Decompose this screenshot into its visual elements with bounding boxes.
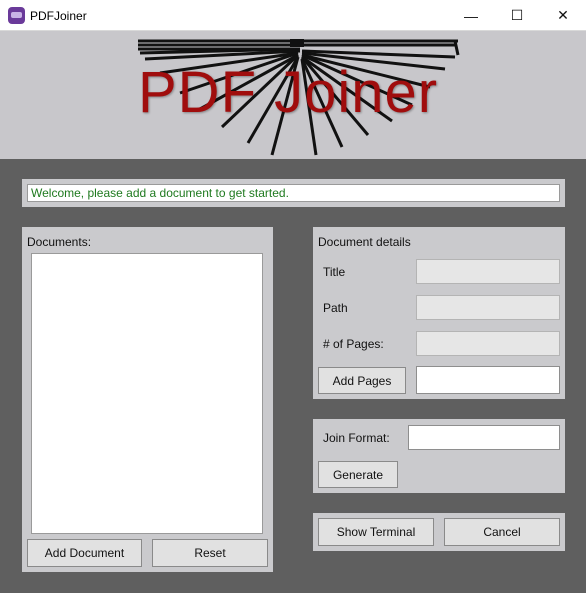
show-terminal-button[interactable]: Show Terminal bbox=[318, 518, 434, 546]
add-pages-input[interactable] bbox=[416, 366, 560, 394]
documents-list[interactable] bbox=[31, 253, 263, 534]
logo-text: PDF Joiner bbox=[138, 60, 439, 125]
pages-field[interactable] bbox=[416, 331, 560, 356]
banner: PDF Joiner bbox=[0, 31, 586, 159]
generate-button[interactable]: Generate bbox=[318, 461, 398, 488]
title-field[interactable] bbox=[416, 259, 560, 284]
path-field[interactable] bbox=[416, 295, 560, 320]
add-document-button[interactable]: Add Document bbox=[27, 539, 142, 567]
documents-label: Documents: bbox=[27, 235, 92, 249]
add-pages-button[interactable]: Add Pages bbox=[318, 367, 406, 394]
status-message: Welcome, please add a document to get st… bbox=[27, 184, 560, 202]
maximize-button[interactable]: ☐ bbox=[494, 0, 540, 31]
reset-button[interactable]: Reset bbox=[152, 539, 268, 567]
document-details-heading: Document details bbox=[318, 235, 411, 249]
minimize-button[interactable]: — bbox=[448, 0, 494, 31]
title-bar: PDFJoiner — ☐ ✕ bbox=[0, 0, 586, 31]
app-icon bbox=[8, 7, 25, 24]
cancel-button[interactable]: Cancel bbox=[444, 518, 560, 546]
path-label: Path bbox=[323, 301, 348, 315]
join-format-input[interactable] bbox=[408, 425, 560, 450]
title-label: Title bbox=[323, 265, 346, 279]
pages-label: # of Pages: bbox=[323, 337, 384, 351]
maximize-icon: ☐ bbox=[510, 7, 524, 23]
join-format-label: Join Format: bbox=[323, 431, 390, 445]
window-title: PDFJoiner bbox=[30, 9, 87, 23]
close-icon: ✕ bbox=[557, 7, 569, 23]
close-button[interactable]: ✕ bbox=[540, 0, 586, 31]
minimize-icon: — bbox=[464, 7, 478, 24]
